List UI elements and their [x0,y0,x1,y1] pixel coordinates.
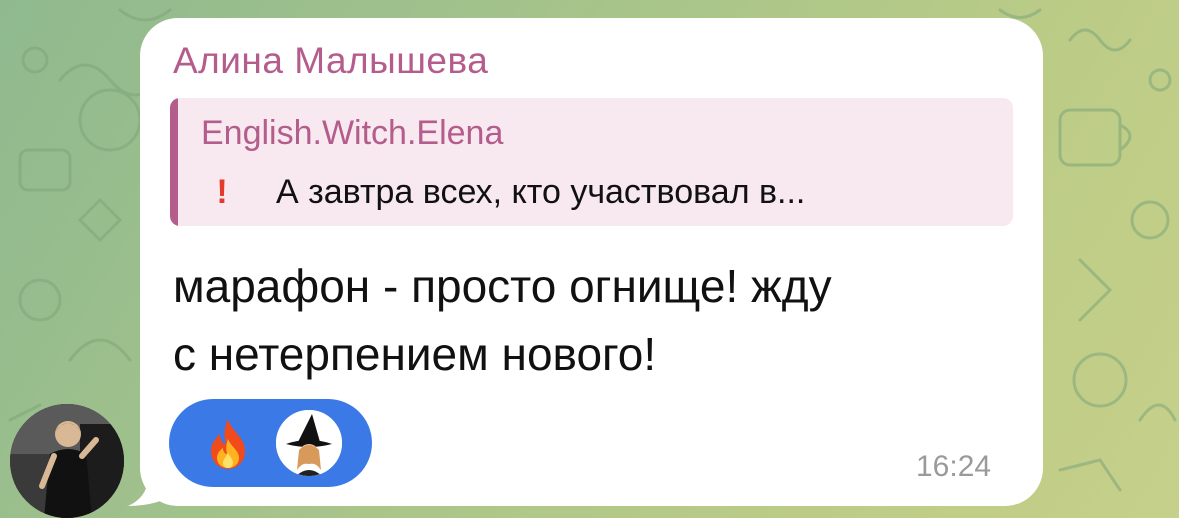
sender-name[interactable]: Алина Малышева [173,40,488,82]
reply-quote[interactable]: English.Witch.Elena ! А завтра всех, кто… [170,98,1013,226]
exclamation-icon: ! [216,172,228,211]
reply-preview: ! А завтра всех, кто участвовал в... [210,170,805,214]
reactor-avatar[interactable] [273,407,345,479]
reply-accent-bar [170,98,178,226]
message-time: 16:24 [916,450,992,483]
sender-avatar[interactable] [10,404,124,518]
reaction-chip[interactable] [169,399,372,487]
sender-avatar-image [10,404,124,518]
message-text: марафон - просто огнище! жду с нетерпени… [173,260,832,380]
fire-icon [211,419,245,469]
reply-text: А завтра всех, кто участвовал в... [276,172,806,211]
reply-author: English.Witch.Elena [201,114,504,152]
witch-avatar-image [276,410,342,476]
